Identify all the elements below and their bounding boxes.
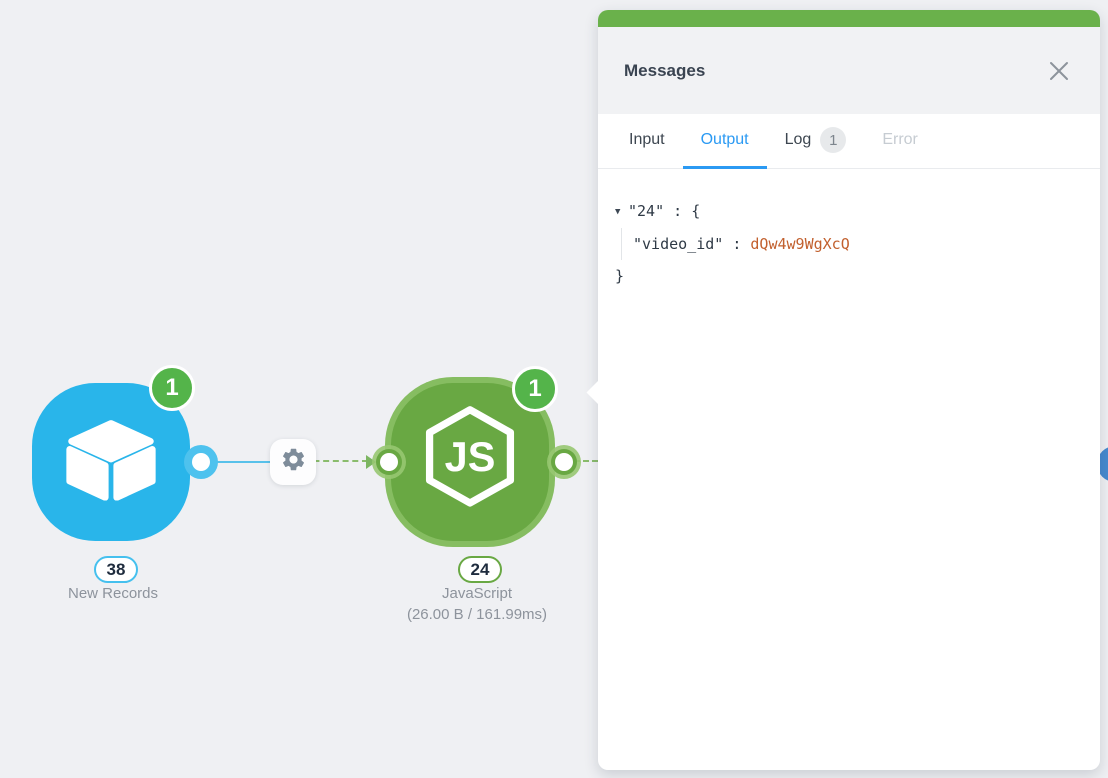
svg-text:JS: JS: [445, 433, 496, 480]
close-icon[interactable]: [1046, 58, 1072, 84]
json-root-key: "24": [628, 202, 665, 220]
nodejs-js-icon: JS: [418, 403, 522, 522]
record-count-pill-javascript[interactable]: 24: [458, 556, 502, 583]
tab-input[interactable]: Input: [611, 114, 683, 169]
node-label-new-records: New Records: [67, 585, 159, 602]
output-port-dot: [192, 453, 210, 471]
tab-label: Log: [784, 131, 812, 148]
tab-label: Error: [882, 131, 918, 148]
json-root-line: ▼ "24" : {: [615, 195, 1080, 228]
record-count-pill-new-records[interactable]: 38: [94, 556, 138, 583]
panel-callout-arrow: [586, 380, 611, 405]
tab-output[interactable]: Output: [682, 114, 767, 169]
json-root-open: : {: [664, 202, 701, 220]
pill-value: 38: [106, 559, 126, 579]
input-port-dot: [380, 453, 398, 471]
messages-panel: Messages Input Output Log 1 Error ▼ "24" …: [586, 10, 1100, 770]
json-child-sep: :: [723, 235, 751, 253]
output-port-dot-js: [555, 453, 573, 471]
node-stats-javascript: (26.00 B / 161.99ms): [406, 606, 548, 623]
run-count-badge-new-records[interactable]: 1: [149, 365, 195, 411]
json-child-value: dQw4w9WgXcQ: [750, 235, 850, 253]
node-label-javascript: JavaScript: [441, 585, 513, 602]
panel-header: Messages: [598, 27, 1100, 114]
connector-settings-button[interactable]: [270, 439, 316, 485]
panel-accent-bar: [598, 10, 1100, 27]
json-child-key: "video_id": [633, 235, 724, 253]
panel-tabs: Input Output Log 1 Error: [598, 114, 1100, 169]
pill-value: 24: [470, 559, 490, 579]
tab-log[interactable]: Log 1: [767, 114, 865, 169]
gear-icon: [280, 446, 307, 478]
airtable-icon: [63, 419, 159, 506]
run-count-badge-javascript[interactable]: 1: [512, 366, 558, 412]
panel-title: Messages: [624, 60, 706, 80]
tab-label: Input: [629, 131, 665, 148]
json-child-line: "video_id" : dQw4w9WgXcQ: [621, 228, 1080, 260]
tab-label: Output: [700, 131, 749, 148]
badge-value: 1: [528, 375, 542, 402]
badge-value: 1: [165, 374, 179, 401]
json-close-line: }: [615, 267, 625, 285]
output-json-viewer: ▼ "24" : { "video_id" : dQw4w9WgXcQ }: [598, 169, 1100, 292]
log-count-badge: 1: [820, 127, 847, 153]
collapse-caret-icon[interactable]: ▼: [615, 196, 628, 228]
tab-error[interactable]: Error: [864, 114, 936, 169]
